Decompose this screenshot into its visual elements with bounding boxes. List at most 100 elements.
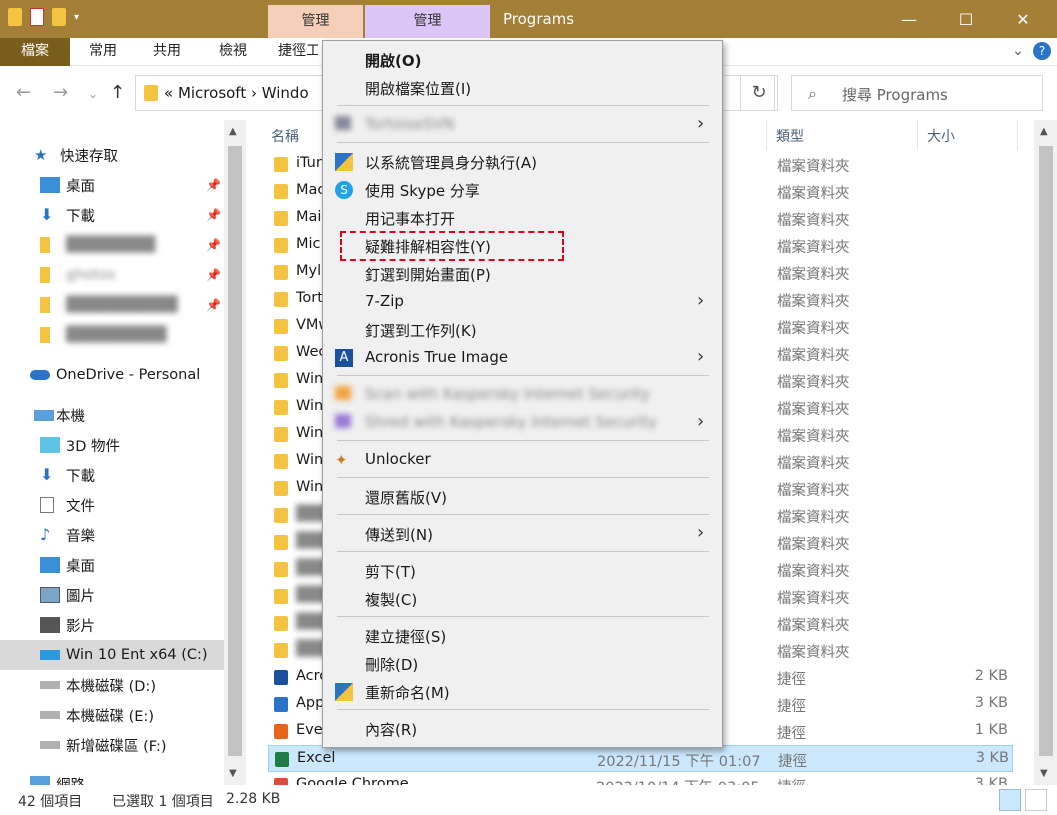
menu-blurred-item[interactable]: TortoiseSVN › (323, 111, 722, 139)
help-icon[interactable]: ? (1033, 42, 1051, 60)
pin-icon[interactable]: 📌 (206, 208, 221, 222)
scroll-up-icon[interactable]: ▲ (229, 126, 237, 137)
folder-icon[interactable] (8, 8, 22, 26)
pin-icon[interactable]: 📌 (206, 238, 221, 252)
new-folder-icon[interactable] (52, 8, 66, 26)
menu-skype-share[interactable]: S 使用 Skype 分享 (323, 176, 722, 204)
nav-3d-objects[interactable]: 3D 物件 (0, 430, 224, 460)
menu-pin-start[interactable]: 釘選到開始畫面(P) (323, 260, 722, 288)
tab-home[interactable]: 常用 (82, 38, 124, 66)
status-bar: 42 個項目 已選取 1 個項目 2.28 KB (0, 785, 1057, 815)
search-input[interactable]: ⌕ 搜尋 Programs (791, 75, 1043, 111)
details-view-icon[interactable] (999, 789, 1021, 811)
nav-pictures[interactable]: 圖片 (0, 580, 224, 610)
file-name: Mac (296, 182, 326, 198)
pin-icon[interactable]: 📌 (206, 298, 221, 312)
menu-open-location[interactable]: 開啟檔案位置(I) (323, 74, 722, 102)
shield-icon (335, 153, 353, 171)
menu-copy[interactable]: 複製(C) (323, 585, 722, 613)
menu-pin-taskbar[interactable]: 釘選到工作列(K) (323, 316, 722, 344)
nav-pinned-folder[interactable]: ████████ 📌 (0, 230, 224, 260)
file-type: 檔案資料夾 (777, 591, 850, 607)
nav-desktop-pc[interactable]: 桌面 (0, 550, 224, 580)
nav-pinned-folder[interactable]: ██████████ 📌 (0, 290, 224, 320)
minimize-button[interactable]: — (886, 0, 932, 38)
tab-manage-app[interactable]: 管理 (365, 5, 490, 38)
nav-downloads-pc[interactable]: ⬇ 下載 (0, 460, 224, 490)
nav-documents[interactable]: 文件 (0, 490, 224, 520)
menu-restore-previous[interactable]: 還原舊版(V) (323, 483, 722, 511)
menu-cut[interactable]: 剪下(T) (323, 557, 722, 585)
nav-scrollbar[interactable]: ▲ ▼ (224, 120, 246, 785)
nav-pinned-folder[interactable]: █████████ (0, 320, 224, 350)
nav-drive-d[interactable]: 本機磁碟 (D:) (0, 670, 224, 700)
menu-acronis[interactable]: A Acronis True Image › (323, 344, 722, 372)
tab-view[interactable]: 檢視 (210, 38, 256, 66)
nav-drive-c[interactable]: Win 10 Ent x64 (C:) (0, 640, 224, 670)
menu-create-shortcut[interactable]: 建立捷徑(S) (323, 622, 722, 650)
up-arrow-icon[interactable]: ↑ (110, 82, 125, 103)
forward-arrow-icon[interactable]: → (53, 82, 68, 103)
nav-label: 桌面 (66, 558, 95, 575)
menu-open-notepad[interactable]: 用记事本打开 (323, 204, 722, 232)
chevron-down-icon[interactable]: ▾ (74, 12, 79, 23)
menu-send-to[interactable]: 傳送到(N) › (323, 520, 722, 548)
scroll-thumb[interactable] (228, 146, 242, 756)
menu-7zip[interactable]: 7-Zip › (323, 288, 722, 316)
back-arrow-icon[interactable]: ← (16, 82, 31, 103)
nav-drive-e[interactable]: 本機磁碟 (E:) (0, 700, 224, 730)
expand-ribbon-icon[interactable]: ⌄ (1008, 38, 1028, 66)
menu-kaspersky-scan[interactable]: Scan with Kaspersky Internet Security (323, 381, 722, 409)
tab-manage-shortcut[interactable]: 管理 (268, 5, 363, 38)
menu-properties[interactable]: 內容(R) (323, 715, 722, 743)
column-header-type[interactable]: 類型 (776, 126, 804, 146)
file-name: iTun (296, 155, 326, 171)
nav-quick-access[interactable]: ★ 快速存取 (0, 140, 224, 170)
menu-kaspersky-shred[interactable]: Shred with Kaspersky Internet Security › (323, 409, 722, 437)
tab-share[interactable]: 共用 (146, 38, 188, 66)
large-icons-view-icon[interactable] (1025, 789, 1047, 811)
menu-unlocker[interactable]: ✦ Unlocker (323, 446, 722, 474)
recent-locations-icon[interactable]: ⌄ (88, 87, 98, 101)
refresh-icon[interactable]: ↻ (740, 75, 778, 111)
file-type: 檔案資料夾 (777, 564, 850, 580)
nav-label: OneDrive - Personal (56, 367, 201, 383)
tab-file[interactable]: 檔案 (0, 38, 70, 66)
folder-icon (274, 292, 288, 307)
column-divider[interactable] (766, 120, 767, 150)
nav-pinned-folder[interactable]: ghotos 📌 (0, 260, 224, 290)
scroll-down-icon[interactable]: ▼ (229, 768, 237, 779)
menu-run-as-admin[interactable]: 以系統管理員身分執行(A) (323, 148, 722, 176)
cube-icon (40, 437, 60, 453)
nav-drive-f[interactable]: 新增磁碟區 (F:) (0, 730, 224, 760)
pin-icon[interactable]: 📌 (206, 178, 221, 192)
close-button[interactable]: ✕ (1000, 0, 1046, 38)
scroll-thumb[interactable] (1039, 146, 1053, 756)
nav-onedrive[interactable]: OneDrive - Personal (0, 360, 224, 390)
nav-this-pc[interactable]: 本機 (0, 400, 224, 430)
column-divider[interactable] (917, 120, 918, 150)
nav-music[interactable]: ♪ 音樂 (0, 520, 224, 550)
properties-icon[interactable] (30, 8, 44, 26)
nav-desktop[interactable]: 桌面 📌 (0, 170, 224, 200)
file-list-scrollbar[interactable]: ▲ ▼ (1034, 120, 1057, 785)
cloud-icon (30, 370, 50, 380)
column-divider[interactable] (1017, 120, 1018, 150)
pin-icon[interactable]: 📌 (206, 268, 221, 282)
tab-shortcut-tools[interactable]: 捷徑工具 (278, 38, 318, 66)
file-row[interactable]: Excel 2022/11/15 下午 01:07 捷徑 3 KB (268, 745, 1013, 772)
breadcrumb[interactable]: « Microsoft › Windo (164, 84, 309, 102)
scroll-up-icon[interactable]: ▲ (1040, 126, 1048, 137)
nav-downloads[interactable]: ⬇ 下載 📌 (0, 200, 224, 230)
nav-videos[interactable]: 影片 (0, 610, 224, 640)
menu-delete[interactable]: 刪除(D) (323, 650, 722, 678)
menu-rename[interactable]: 重新命名(M) (323, 678, 722, 706)
folder-icon (144, 85, 158, 101)
column-header-name[interactable]: 名稱 (271, 126, 299, 146)
maximize-button[interactable]: ☐ (943, 0, 989, 38)
scroll-down-icon[interactable]: ▼ (1040, 768, 1048, 779)
file-date: 2022/11/15 下午 01:07 (597, 754, 761, 770)
nav-network[interactable]: 網路 (0, 770, 224, 786)
menu-open[interactable]: 開啟(O) (323, 46, 722, 74)
column-header-size[interactable]: 大小 (927, 126, 955, 146)
